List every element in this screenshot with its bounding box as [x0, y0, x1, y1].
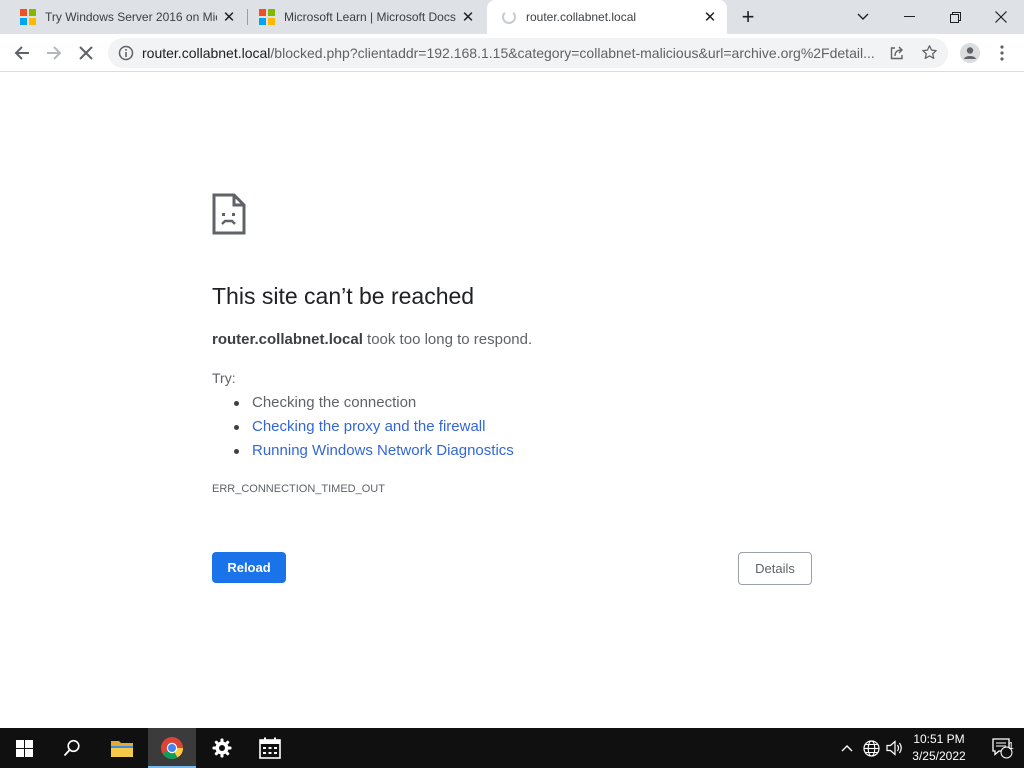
url-text[interactable]: router.collabnet.local/blocked.php?clien… — [142, 38, 882, 68]
error-code: ERR_CONNECTION_TIMED_OUT — [212, 483, 385, 495]
tab-windows-server[interactable]: Try Windows Server 2016 on Mic ✕ — [14, 0, 246, 34]
loading-spinner-icon — [501, 9, 517, 25]
tab-divider — [247, 9, 248, 25]
chevron-down-icon — [857, 13, 869, 20]
page-content: This site can’t be reached router.collab… — [0, 72, 1024, 728]
close-icon — [995, 11, 1007, 23]
restore-button[interactable] — [932, 0, 978, 34]
url-host: router.collabnet.local — [142, 45, 271, 61]
suggestion-proxy-firewall-link[interactable]: Checking the proxy and the firewall — [234, 418, 514, 442]
tab-title: router.collabnet.local — [526, 10, 637, 24]
stop-x-icon — [79, 46, 93, 60]
suggestion-network-diagnostics-link[interactable]: Running Windows Network Diagnostics — [234, 442, 514, 466]
arrow-right-icon — [47, 46, 62, 60]
arrow-left-icon — [14, 46, 29, 60]
taskbar-clock[interactable]: 10:51 PM 3/25/2022 — [900, 731, 978, 765]
chrome-logo-icon — [161, 737, 183, 759]
error-description-text: took too long to respond. — [362, 331, 533, 348]
error-host: router.collabnet.local — [212, 331, 363, 348]
windows-logo-icon — [15, 739, 33, 757]
close-window-button[interactable] — [978, 0, 1024, 34]
tab-title: Try Windows Server 2016 on Mic — [45, 10, 217, 24]
minimize-button[interactable] — [886, 0, 932, 34]
try-label: Try: — [212, 370, 236, 386]
clock-time: 10:51 PM — [913, 732, 965, 746]
suggestion-check-connection: Checking the connection — [234, 394, 514, 418]
reload-button[interactable]: Reload — [212, 552, 286, 583]
notification-count-badge: 1 — [1008, 741, 1014, 752]
tab-search-button[interactable] — [840, 0, 886, 34]
windows-taskbar: 10:51 PM 3/25/2022 1 — [0, 728, 1024, 768]
microsoft-logo-icon — [259, 9, 275, 25]
url-path: /blocked.php?clientaddr=192.168.1.15&cat… — [270, 45, 875, 61]
chrome-taskbar-button[interactable] — [148, 728, 196, 768]
forward-button[interactable] — [40, 39, 68, 67]
back-button[interactable] — [8, 39, 36, 67]
tab-microsoft-learn[interactable]: Microsoft Learn | Microsoft Docs ✕ — [253, 0, 485, 34]
tab-router-active[interactable]: router.collabnet.local ✕ — [487, 0, 727, 34]
folder-icon — [111, 741, 133, 757]
network-tray-button[interactable] — [860, 728, 882, 768]
search-button[interactable] — [48, 728, 96, 768]
chrome-menu-button[interactable] — [988, 39, 1016, 67]
calendar-app-button[interactable] — [246, 728, 294, 768]
file-explorer-button[interactable] — [98, 728, 146, 768]
address-bar[interactable]: router.collabnet.local/blocked.php?clien… — [108, 38, 948, 68]
calendar-icon — [259, 737, 281, 759]
bookmark-star-icon[interactable] — [921, 44, 938, 61]
info-icon[interactable] — [118, 45, 134, 61]
error-description: router.collabnet.local took too long to … — [212, 331, 532, 348]
close-tab-icon[interactable]: ✕ — [702, 9, 718, 26]
microsoft-logo-icon — [20, 9, 36, 25]
minimize-icon — [903, 16, 915, 17]
profile-button[interactable] — [956, 39, 984, 67]
tab-title: Microsoft Learn | Microsoft Docs — [284, 10, 456, 24]
restore-icon — [949, 11, 961, 23]
search-icon — [63, 739, 80, 757]
more-vertical-icon — [1000, 45, 1004, 61]
chevron-up-icon — [841, 745, 853, 752]
new-tab-button[interactable]: + — [734, 3, 762, 31]
close-tab-icon[interactable]: ✕ — [221, 9, 237, 26]
sad-document-icon — [212, 193, 246, 235]
start-button[interactable] — [0, 728, 48, 768]
suggestions-list: Checking the connection Checking the pro… — [234, 394, 514, 466]
close-tab-icon[interactable]: ✕ — [460, 9, 476, 26]
stop-loading-button[interactable] — [72, 39, 100, 67]
show-hidden-icons-button[interactable] — [838, 728, 856, 768]
details-button[interactable]: Details — [738, 552, 812, 585]
profile-avatar-icon — [960, 43, 980, 63]
settings-button[interactable] — [198, 728, 246, 768]
share-icon[interactable] — [889, 45, 905, 61]
globe-network-icon — [862, 739, 880, 757]
action-center-button[interactable]: 1 — [980, 728, 1024, 768]
page-title: This site can’t be reached — [212, 283, 475, 309]
tab-strip: Try Windows Server 2016 on Mic ✕ Microso… — [0, 0, 1024, 34]
gear-icon — [212, 738, 232, 758]
browser-toolbar: router.collabnet.local/blocked.php?clien… — [0, 34, 1024, 72]
clock-date: 3/25/2022 — [912, 749, 966, 763]
